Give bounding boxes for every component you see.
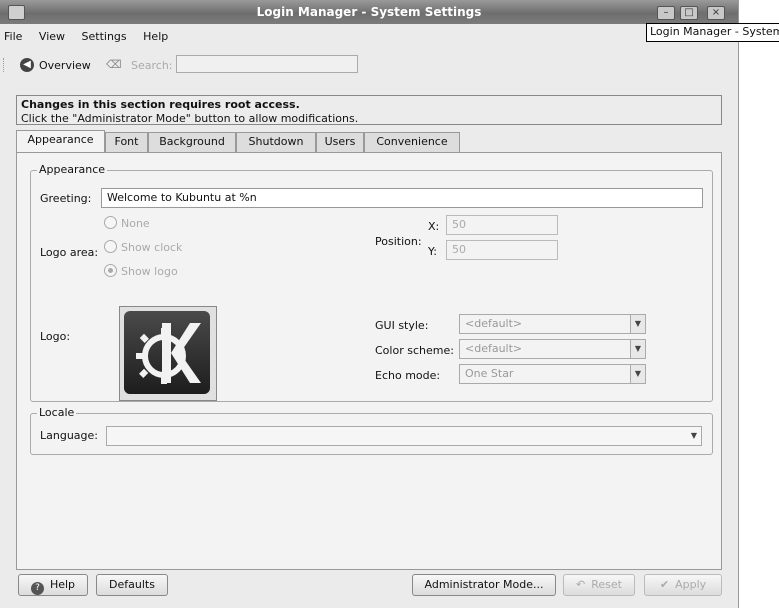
toolbar-handle[interactable] <box>3 58 6 72</box>
radio-show-clock[interactable]: Show clock <box>104 240 182 254</box>
notice-title: Changes in this section requires root ac… <box>21 98 300 111</box>
menu-settings[interactable]: Settings <box>82 30 127 43</box>
close-icon[interactable]: × <box>707 6 725 20</box>
menu-bar: File View Settings Help <box>0 30 170 48</box>
reset-button-label: Reset <box>591 578 622 591</box>
help-button[interactable]: ? Help <box>18 574 88 596</box>
gui-style-value: <default> <box>465 317 523 330</box>
tab-users[interactable]: Users <box>316 132 364 152</box>
radio-show-clock-dot[interactable] <box>104 240 117 253</box>
settings-window: Login Manager - System Settings – □ × Fi… <box>0 0 739 608</box>
echo-mode-combo[interactable]: One Star ▼ <box>459 364 646 384</box>
menu-help[interactable]: Help <box>143 30 168 43</box>
button-bar: ? Help Defaults Administrator Mode... ↶ Re… <box>0 570 738 608</box>
window-title: Login Manager - System Settings <box>256 5 482 19</box>
search-label: Search: <box>131 59 173 72</box>
tab-convenience[interactable]: Convenience <box>364 132 460 152</box>
menu-file[interactable]: File <box>4 30 22 43</box>
radio-none-label: None <box>121 217 150 230</box>
greeting-label: Greeting: <box>40 192 92 205</box>
logo-button[interactable] <box>119 306 217 401</box>
tab-background[interactable]: Background <box>148 132 236 152</box>
help-button-label: Help <box>49 578 76 591</box>
kde-logo-icon <box>124 311 210 394</box>
menu-view[interactable]: View <box>39 30 65 43</box>
color-scheme-label: Color scheme: <box>375 344 454 357</box>
radio-none[interactable]: None <box>104 216 150 230</box>
root-access-notice: Changes in this section requires root ac… <box>16 95 722 125</box>
appearance-legend: Appearance <box>37 163 108 176</box>
echo-mode-value: One Star <box>465 367 514 380</box>
gui-style-combo[interactable]: <default> ▼ <box>459 314 646 334</box>
greeting-input[interactable]: Welcome to Kubuntu at %n <box>101 188 703 208</box>
title-bar: Login Manager - System Settings – □ × <box>0 0 738 24</box>
radio-show-clock-label: Show clock <box>121 241 183 254</box>
color-scheme-combo[interactable]: <default> ▼ <box>459 339 646 359</box>
administrator-mode-button[interactable]: Administrator Mode... <box>412 574 556 596</box>
notice-body: Click the "Administrator Mode" button to… <box>21 112 359 125</box>
defaults-button[interactable]: Defaults <box>96 574 168 596</box>
chevron-down-icon[interactable]: ▼ <box>630 315 645 333</box>
tab-panel: Appearance Greeting: Welcome to Kubuntu … <box>16 152 722 570</box>
language-label: Language: <box>40 429 98 442</box>
tab-appearance[interactable]: Appearance <box>16 130 105 153</box>
echo-mode-label: Echo mode: <box>375 369 441 382</box>
x-input[interactable]: 50 <box>446 215 558 235</box>
reset-icon: ↶ <box>576 578 586 591</box>
toolbar: ◀ Overview ⌫ Search: <box>0 54 738 78</box>
minimize-icon[interactable]: – <box>657 6 675 20</box>
apply-button-label: Apply <box>675 578 707 591</box>
locale-legend: Locale <box>37 406 77 419</box>
clear-search-icon[interactable]: ⌫ <box>106 59 122 71</box>
locale-group: Locale Language: ▼ <box>30 406 713 455</box>
radio-show-logo-dot[interactable] <box>104 264 117 277</box>
chevron-down-icon[interactable]: ▼ <box>687 427 701 445</box>
back-arrow-icon[interactable]: ◀ <box>20 58 34 72</box>
tab-font[interactable]: Font <box>105 132 148 152</box>
tab-shutdown[interactable]: Shutdown <box>236 132 316 152</box>
search-input[interactable] <box>176 55 358 73</box>
radio-show-logo[interactable]: Show logo <box>104 264 178 278</box>
x-label: X: <box>428 220 440 233</box>
y-label: Y: <box>428 245 437 258</box>
position-label: Position: <box>375 235 422 248</box>
logo-area-label: Logo area: <box>40 246 99 259</box>
gui-style-label: GUI style: <box>375 319 429 332</box>
chevron-down-icon[interactable]: ▼ <box>630 365 645 383</box>
help-icon: ? <box>30 582 44 595</box>
appearance-group: Appearance Greeting: Welcome to Kubuntu … <box>30 163 713 402</box>
chevron-down-icon[interactable]: ▼ <box>630 340 645 358</box>
maximize-icon[interactable]: □ <box>680 6 698 20</box>
radio-show-logo-label: Show logo <box>121 265 178 278</box>
overview-button[interactable]: Overview <box>39 59 91 72</box>
apply-button[interactable]: ✔ Apply <box>644 574 722 596</box>
y-input[interactable]: 50 <box>446 240 558 260</box>
logo-label: Logo: <box>40 330 71 343</box>
radio-none-dot[interactable] <box>104 216 117 229</box>
color-scheme-value: <default> <box>465 342 523 355</box>
reset-button[interactable]: ↶ Reset <box>563 574 635 596</box>
kde-gear-k-icon <box>136 323 201 384</box>
checkmark-icon: ✔ <box>659 578 670 591</box>
language-combo[interactable]: ▼ <box>106 426 702 446</box>
window-tooltip: Login Manager - System <box>646 23 779 42</box>
